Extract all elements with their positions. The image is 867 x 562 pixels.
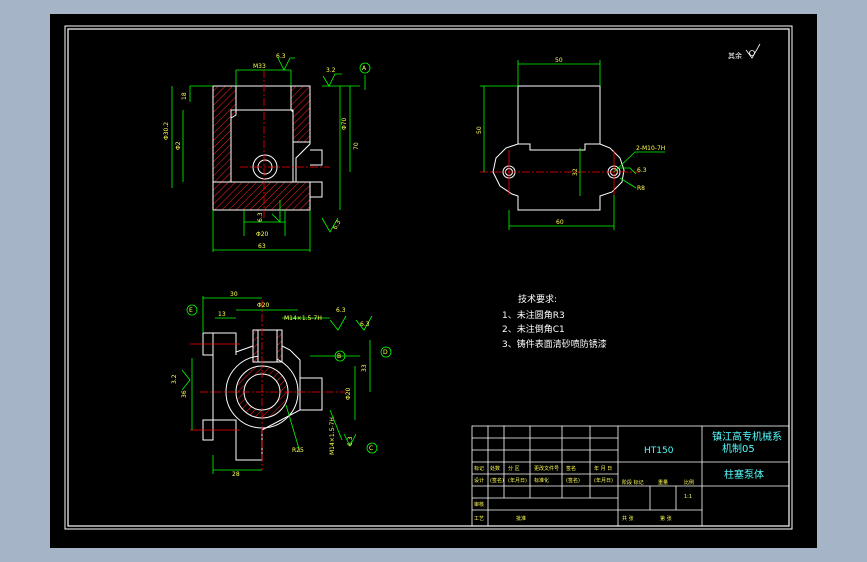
side-dim-50-top: 50: [555, 57, 563, 64]
front-view: 6.3 M33 3.2 A 18 Φ30.2 Φ2 Φ70 70 6.3 Φ20…: [163, 53, 371, 252]
label-mark: 标记: [474, 465, 484, 472]
note-3: 3、铸件表面清砂喷防锈漆: [502, 338, 607, 350]
front-dim-70: 70: [353, 142, 360, 150]
top-dim-3-2: 3.2: [171, 374, 178, 384]
front-dim-63: 63: [258, 243, 266, 250]
rest-label: 其余: [728, 51, 742, 60]
top-datum-d: D: [383, 349, 388, 356]
label-date: 年 月 日: [594, 465, 612, 472]
front-dim-18: 18: [181, 92, 188, 100]
notes-heading: 技术要求:: [518, 293, 557, 305]
top-datum-c: C: [369, 445, 373, 452]
surface-finish-rest: 其余: [728, 43, 761, 60]
label-date-a: (年月日): [508, 477, 527, 484]
front-dim-6-3b: 6.3: [257, 212, 264, 222]
label-standard: 标准化: [534, 477, 549, 484]
front-bottom-hatch: [212, 181, 311, 211]
school-line2: 机制05: [722, 442, 755, 455]
front-dim-phi2: Φ2: [175, 141, 182, 150]
side-dim-thread: 2-M10-7H: [636, 145, 665, 152]
sheet-total: 共 张: [622, 515, 634, 522]
label-review: 审核: [474, 501, 484, 508]
top-left-flange: [202, 332, 214, 441]
top-right-boss: [300, 377, 323, 411]
top-datum-b: B: [337, 353, 341, 360]
label-date-b: (年月日): [594, 477, 613, 484]
scale-value: 1:1: [684, 494, 692, 500]
material: HT150: [644, 446, 674, 456]
side-dim-r8: R8: [637, 185, 645, 192]
front-inner-cavity: [230, 109, 294, 183]
label-approve: 批准: [516, 515, 526, 522]
top-dim-phi20b: Φ20: [345, 387, 352, 400]
top-dim-36: 36: [181, 390, 188, 398]
title-block-text: HT150 镇江高专机械系 机制05 柱塞泵体 标记 处数 分 区 更改文件号 …: [474, 430, 782, 522]
top-dim-thread-b: M14×1.5-7H: [329, 417, 336, 455]
outer-border: [64, 25, 793, 530]
side-dim-50-left: 50: [476, 126, 483, 134]
side-dim-6-3: 6.3: [637, 167, 647, 174]
front-dim-6-3: 6.3: [276, 53, 286, 60]
technical-notes: 技术要求: 1、未注圆角R3 2、未注倒角C1 3、铸件表面清砂喷防锈漆: [502, 293, 607, 350]
label-process: 工艺: [474, 516, 484, 522]
top-dim-phi20: Φ20: [257, 302, 270, 309]
front-dim-phi70: Φ70: [341, 117, 348, 130]
side-body: [517, 85, 601, 144]
front-left-wall-hatch: [212, 85, 237, 183]
part-name: 柱塞泵体: [724, 468, 764, 481]
sheet-number: 第 张: [660, 515, 672, 522]
top-dim-28: 28: [232, 471, 240, 478]
top-dim-6-3b: 6.3: [360, 321, 370, 328]
side-dim-32: 32: [572, 168, 579, 176]
label-zone: 分 区: [508, 465, 520, 472]
side-dim-60: 60: [556, 219, 564, 226]
label-scale: 比例: [684, 479, 694, 486]
label-sign-a: (签名): [490, 477, 504, 484]
top-datum-e: E: [189, 307, 193, 314]
front-dim-6-3c: 6.3: [332, 219, 343, 231]
front-dim-m33: M33: [253, 63, 266, 70]
note-2: 2、未注倒角C1: [502, 323, 565, 335]
top-dim-30: 30: [230, 291, 238, 298]
top-view: 30 Φ20 M14×1.5-7H 6.3 E 13 6.3 D B 33 3.…: [171, 291, 392, 478]
top-dim-thread: M14×1.5-7H: [284, 315, 322, 322]
top-dim-6-3a: 6.3: [336, 307, 346, 314]
label-stage: 阶段 标记: [622, 479, 644, 486]
top-dim-r25: R25: [292, 447, 304, 454]
top-dim-6-3c: 6.3: [347, 436, 354, 446]
front-dim-phi30: Φ30.2: [163, 122, 170, 140]
top-dim-13: 13: [218, 311, 226, 318]
cad-drawing: 6.3 M33 3.2 A 18 Φ30.2 Φ2 Φ70 70 6.3 Φ20…: [64, 25, 793, 530]
front-dim-3-2: 3.2: [326, 67, 336, 74]
label-design: 设计: [474, 477, 484, 484]
front-dim-phi20: Φ20: [256, 231, 269, 238]
note-1: 1、未注圆角R3: [502, 309, 565, 321]
side-view: 50 50 32 60 2-M10-7H 6.3 R8: [476, 57, 665, 230]
inner-border: [67, 28, 790, 527]
front-bore: [235, 85, 292, 111]
label-count: 处数: [490, 465, 500, 472]
school-line1: 镇江高专机械系: [712, 430, 782, 443]
top-dim-33: 33: [361, 364, 368, 372]
front-right-hatch: [290, 85, 311, 143]
front-datum-a: A: [362, 65, 367, 72]
label-weight: 重量: [658, 479, 668, 486]
front-side-boss: [310, 149, 323, 166]
label-signature: 签名: [566, 465, 576, 472]
label-sign-b: (签名): [566, 477, 580, 484]
label-change-doc: 更改文件号: [534, 465, 559, 472]
